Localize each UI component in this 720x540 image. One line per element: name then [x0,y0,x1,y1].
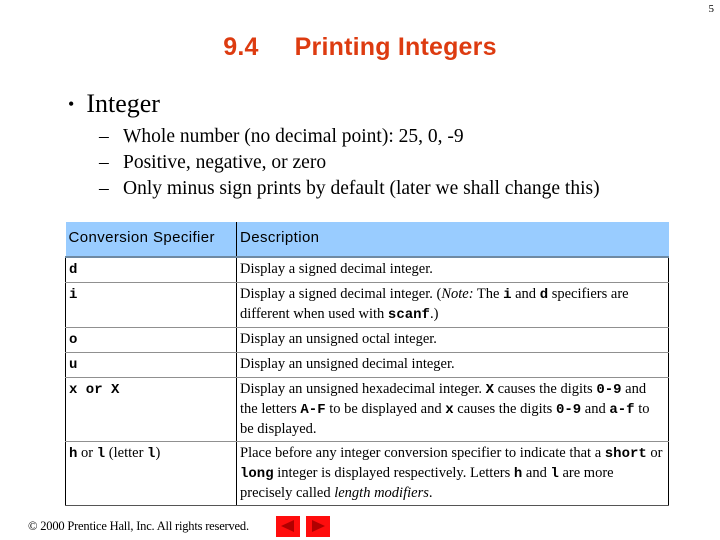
slide-title: 9.4 Printing Integers [0,33,720,62]
header-description: Description [236,222,669,258]
cell-text: The [473,286,504,302]
description-cell: Display an unsigned decimal integer. [236,352,669,378]
code-text: 0-9 [555,402,582,418]
specifier-cell: d [65,257,237,283]
cell-text: integer is displayed respectively. Lette… [273,465,514,481]
code-text: long [240,466,274,482]
dash-icon: – [99,152,109,173]
code-text: h [513,466,523,482]
cell-text: causes the digits [494,381,597,397]
sub-bullet-text: Whole number (no decimal point): 25, 0, … [123,126,464,147]
code-text: scanf [387,307,430,323]
cell-text: and [522,465,551,481]
description-cell: Display an unsigned octal integer. [236,327,669,353]
cell-text: Display a signed decimal integer. [240,261,433,277]
next-slide-button[interactable] [306,516,330,537]
code-text: short [604,446,647,462]
italic-text: Note: [441,286,474,302]
bullet-main-text: Integer [86,89,160,118]
code-text: a-f [609,402,635,418]
bullet-main: • Integer [68,88,600,120]
cell-text: and [581,401,610,417]
code-text: i [69,287,78,303]
bullet-dot-icon: • [68,94,75,114]
code-text: u [69,357,78,373]
specifier-cell: h or l (letter l) [65,441,237,506]
cell-text: to be displayed and [325,401,446,417]
cell-text: . [428,485,433,501]
specifier-cell: i [65,282,237,328]
bullet-list: • Integer – Whole number (no decimal poin… [68,88,600,202]
title-text: Printing Integers [294,33,497,61]
cell-text: Display an unsigned hexadecimal integer. [240,381,486,397]
cell-text: (letter [105,445,148,461]
sub-bullet: – Whole number (no decimal point): 25, 0,… [99,124,600,150]
table-row: x or X Display an unsigned hexadecimal in… [65,377,669,442]
table-row: h or l (letter l) Place before any intege… [65,441,669,506]
table-row: i Display a signed decimal integer. (Note… [65,282,669,328]
conversion-specifier-table: Conversion Specifier Description d Displa… [65,222,669,506]
specifier-cell: x or X [65,377,237,442]
dash-icon: – [99,126,109,147]
table-row: o Display an unsigned octal integer. [65,327,669,353]
dash-icon: – [99,178,109,199]
table-row: u Display an unsigned decimal integer. [65,352,669,378]
copyright-footer: © 2000 Prentice Hall, Inc. All rights re… [28,519,249,533]
code-text: l [96,446,106,462]
cell-text: .) [429,306,439,322]
code-text: d [69,262,78,278]
code-text: X [485,382,495,398]
description-cell: Display an unsigned hexadecimal integer.… [236,377,669,442]
slide-navigation [276,516,330,537]
sub-bullet-text: Only minus sign prints by default (later… [123,178,600,199]
code-text: i [503,287,512,303]
code-text: d [539,287,549,303]
page-number: 5 [708,3,715,15]
sub-bullet-text: Positive, negative, or zero [123,152,327,173]
previous-slide-icon [281,520,294,532]
code-text: o [69,332,78,348]
specifier-cell: o [65,327,237,353]
table-row: d Display a signed decimal integer. [65,257,669,283]
next-slide-icon [312,520,325,532]
cell-text: or [646,445,663,461]
description-cell: Display a signed decimal integer. [236,257,669,283]
cell-text: ) [155,445,161,461]
code-text: x [445,402,454,418]
sub-bullet: – Positive, negative, or zero [99,150,600,176]
previous-slide-button[interactable] [276,516,300,537]
sub-bullet: – Only minus sign prints by default (late… [99,176,600,202]
description-cell: Place before any integer conversion spec… [236,441,669,506]
table-header-row: Conversion Specifier Description [65,222,669,258]
cell-text: and [511,286,540,302]
cell-text: causes the digits [453,401,556,417]
section-number: 9.4 [223,33,259,61]
code-text: x or X [69,382,120,398]
sub-bullets: – Whole number (no decimal point): 25, 0,… [99,124,600,202]
specifier-cell: u [65,352,237,378]
description-cell: Display a signed decimal integer. (Note:… [236,282,669,328]
cell-text: Display a signed decimal integer. ( [240,286,442,302]
code-text: A-F [300,402,326,418]
cell-text: Place before any integer conversion spec… [240,445,605,461]
table-body: d Display a signed decimal integer. i Displ… [65,257,669,506]
italic-text: length modifiers [334,485,429,501]
cell-text: or [77,445,97,461]
cell-text: Display an unsigned octal integer. [240,331,437,347]
code-text: 0-9 [596,382,622,398]
cell-text: Display an unsigned decimal integer. [240,356,455,372]
header-conversion-specifier: Conversion Specifier [65,222,237,258]
code-text: l [550,466,559,482]
